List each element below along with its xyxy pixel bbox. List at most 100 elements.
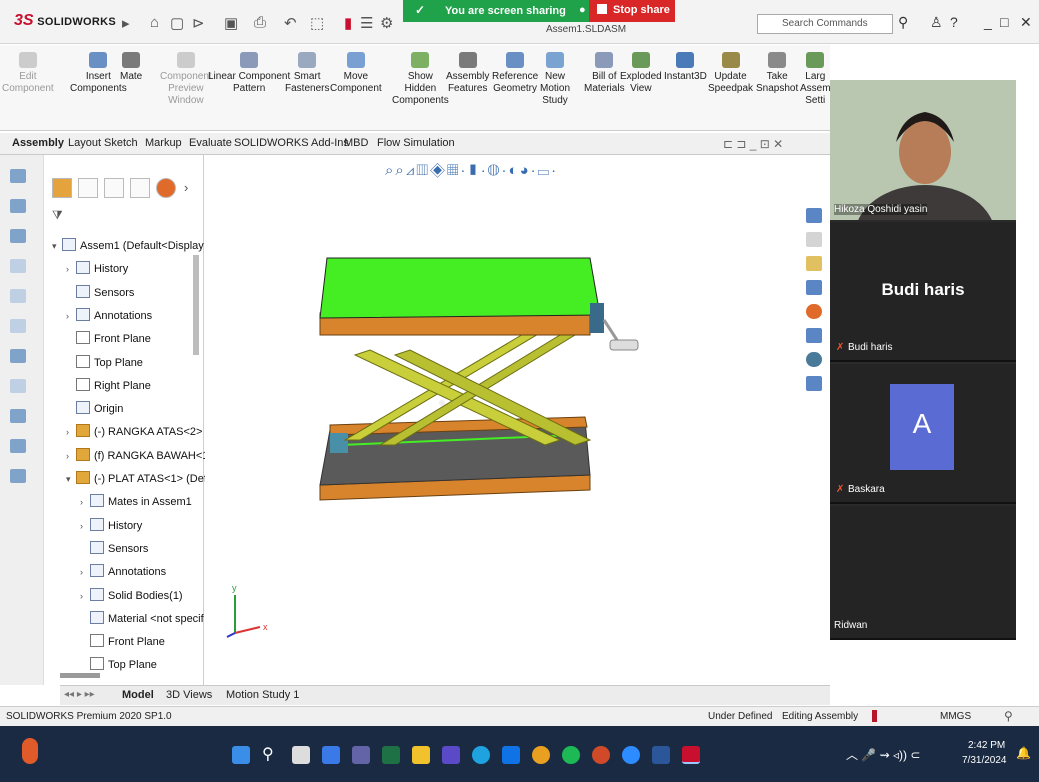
tab-layout[interactable]: Layout (68, 137, 101, 149)
tool-icon-3[interactable] (10, 229, 26, 243)
tab-assembly[interactable]: Assembly (12, 137, 64, 149)
customize-icon[interactable]: ⚲ (1004, 709, 1013, 723)
display-manager-tab-icon[interactable] (156, 178, 176, 198)
file-properties-icon[interactable]: ☰ (360, 14, 373, 32)
teams-icon[interactable] (352, 746, 370, 764)
solidworks-task-icon[interactable] (682, 746, 700, 764)
expand-icon[interactable]: › (80, 591, 90, 601)
spotify-icon[interactable] (562, 746, 580, 764)
forum-icon[interactable] (806, 352, 822, 367)
app-icon[interactable] (442, 746, 460, 764)
tab-mbd[interactable]: MBD (344, 137, 368, 149)
tool-icon-2[interactable] (10, 199, 26, 213)
ribbon-button-show[interactable]: Show Hidden Components (392, 52, 449, 107)
participant-tile-ridwan[interactable]: Ridwan (830, 506, 1016, 640)
status-units[interactable]: MMGS (940, 711, 971, 722)
ribbon-button-update[interactable]: Update Speedpak (708, 52, 753, 95)
tree-item[interactable]: ▾ (-) PLAT ATAS<1> (Defa (66, 471, 213, 485)
ribbon-button-assembly[interactable]: Assembly Features (446, 52, 489, 95)
tool-icon-10[interactable] (10, 439, 26, 453)
ribbon-button-take[interactable]: Take Snapshot (756, 52, 798, 95)
file-explorer-icon[interactable] (806, 256, 822, 271)
edge-icon[interactable] (472, 746, 490, 764)
participant-tile-video[interactable]: Hikoza Qoshidi yasin (830, 80, 1016, 285)
bottom-tab-model[interactable]: Model (122, 689, 154, 701)
menu-arrow-icon[interactable]: ▸ (122, 14, 130, 32)
solidworks-resources-icon[interactable] (806, 208, 822, 223)
tool-icon-7[interactable] (10, 349, 26, 363)
tab-solidworks-add-ins[interactable]: SOLIDWORKS Add-Ins (234, 137, 349, 149)
tree-item[interactable]: ▾ Assem1 (Default<Display St (52, 238, 217, 252)
expand-icon[interactable]: › (66, 427, 76, 437)
tree-item[interactable]: › Mates in Assem1 (80, 494, 192, 508)
ribbon-button-instant3d[interactable]: Instant3D (664, 52, 707, 83)
scissor-lift-model[interactable]: y x (205, 155, 825, 685)
expand-icon[interactable]: ▾ (66, 474, 76, 485)
tree-item[interactable]: Material <not specif (80, 610, 204, 625)
bottom-tab-3d-views[interactable]: 3D Views (166, 689, 212, 701)
dimxpert-tab-icon[interactable] (130, 178, 150, 198)
custom-properties-icon[interactable] (806, 328, 822, 343)
expand-icon[interactable]: › (80, 497, 90, 507)
viewport-controls[interactable]: ⊏ ⊐ _ ⊡ ✕ (723, 137, 783, 151)
tree-item[interactable]: › Annotations (66, 307, 152, 322)
tree-item[interactable]: Top Plane (66, 354, 143, 369)
close-icon[interactable]: ✕ (1020, 14, 1032, 31)
expand-icon[interactable]: › (66, 451, 76, 461)
tree-item[interactable]: Origin (66, 401, 123, 415)
print-icon[interactable]: ⎙ (254, 14, 266, 31)
word-icon[interactable] (652, 746, 670, 764)
copilot-icon[interactable] (322, 746, 340, 764)
rebuild-icon[interactable]: ▮ (344, 14, 352, 32)
tree-item[interactable]: Right Plane (66, 377, 151, 392)
stop-share-button[interactable]: Stop share (589, 0, 675, 22)
open-icon[interactable]: ⊳ (192, 14, 205, 32)
ribbon-button-smart[interactable]: Smart Fasteners (285, 52, 329, 95)
chevron-right-icon[interactable]: › (184, 180, 188, 195)
expand-icon[interactable]: › (66, 264, 76, 274)
tree-item[interactable]: Front Plane (80, 634, 165, 648)
task-view-icon[interactable] (292, 746, 310, 764)
ribbon-button-insert[interactable]: Insert Components (70, 52, 127, 95)
tree-item[interactable]: Sensors (80, 540, 148, 555)
maximize-icon[interactable]: □ (1000, 14, 1008, 30)
tree-item[interactable]: › (f) RANGKA BAWAH<1> (66, 447, 215, 462)
expand-icon[interactable]: › (80, 521, 90, 531)
feature-tree-tab-icon[interactable] (52, 178, 72, 198)
crank-arm[interactable] (602, 319, 619, 341)
tool-icon-6[interactable] (10, 319, 26, 333)
bottom-tab-motion-study-1[interactable]: Motion Study 1 (226, 689, 299, 701)
user-icon[interactable]: ♙ (930, 14, 943, 31)
options-gear-icon[interactable]: ⚙ (380, 14, 393, 32)
home-icon[interactable]: ⌂ (150, 14, 159, 31)
solidworks-logo[interactable]: 3S SOLIDWORKS (14, 12, 116, 30)
design-library-icon[interactable] (806, 232, 822, 247)
excel-icon[interactable] (382, 746, 400, 764)
participant-tile-budi[interactable]: Budi haris ✗ Budi haris (830, 222, 1016, 362)
tool-icon-1[interactable] (10, 169, 26, 183)
tool-icon-4[interactable] (10, 259, 26, 273)
ribbon-button-exploded[interactable]: Exploded View (620, 52, 662, 95)
ribbon-button-move[interactable]: Move Component (330, 52, 382, 95)
tree-item[interactable]: › Solid Bodies(1) (80, 587, 183, 602)
view-palette-icon[interactable] (806, 280, 822, 295)
tool-icon-8[interactable] (10, 379, 26, 393)
search-magnifier-icon[interactable]: ⚲ (898, 14, 908, 31)
widget-icon[interactable] (22, 738, 38, 764)
property-manager-tab-icon[interactable] (78, 178, 98, 198)
select-icon[interactable]: ⬚ (310, 14, 324, 32)
ribbon-button-edit[interactable]: Edit Component (2, 52, 54, 95)
heads-up-view-toolbar[interactable]: ⌕⌕⊿▥◈▦·▮·◍·◐◕·▭· (385, 162, 558, 179)
notification-bell-icon[interactable]: 🔔 (1016, 746, 1031, 760)
system-tray-icons[interactable]: ︿ 🎤 ⇝ ◃)) ⊂ (846, 746, 920, 763)
comments-icon[interactable] (806, 376, 822, 391)
tree-item[interactable]: Top Plane (80, 657, 157, 671)
tab-markup[interactable]: Markup (145, 137, 182, 149)
ribbon-button-component[interactable]: Component Preview Window (160, 52, 212, 107)
powerpoint-icon[interactable] (592, 746, 610, 764)
tab-sketch[interactable]: Sketch (104, 137, 138, 149)
expand-icon[interactable]: › (66, 311, 76, 321)
ribbon-button-new[interactable]: New Motion Study (540, 52, 570, 107)
tree-item[interactable]: › Annotations (80, 564, 166, 578)
zoom-icon[interactable] (622, 746, 640, 764)
